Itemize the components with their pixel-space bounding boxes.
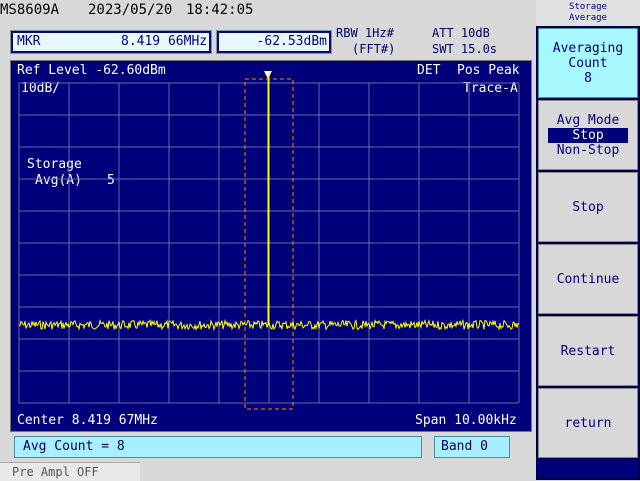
marker-frequency: 8.419 66MHz — [121, 34, 208, 49]
softkey-label: return — [564, 415, 612, 431]
return-softkey[interactable]: return — [538, 388, 638, 458]
marker-level: -62.53dBm — [256, 34, 327, 49]
averaging-count-softkey[interactable]: Averaging Count 8 — [538, 28, 638, 98]
marker-level-box: -62.53dBm — [216, 30, 332, 54]
continue-softkey[interactable]: Continue — [538, 244, 638, 314]
restart-softkey[interactable]: Restart — [538, 316, 638, 386]
softkey-panel: Storage Average Averaging Count 8 Avg Mo… — [536, 0, 640, 480]
band-indicator: Band 0 — [434, 436, 510, 458]
swt-readout: SWT 15.0s — [432, 42, 498, 56]
softkey-line: 8 — [584, 70, 592, 86]
avg-count-input[interactable]: Avg Count = 8 — [14, 436, 422, 458]
rbw-readout: RBW 1Hz# — [336, 26, 394, 40]
stop-softkey[interactable]: Stop — [538, 172, 638, 242]
panel-title: Storage Average — [536, 0, 640, 26]
softkey-line: Count — [568, 55, 608, 71]
att-readout: ATT 10dB — [432, 26, 490, 40]
time-readout: 18:42:05 — [186, 2, 254, 18]
panel-title-line2: Average — [569, 13, 607, 23]
pre-ampl-status: Pre Ampl OFF — [12, 465, 99, 479]
spectrum-display: Ref Level -62.60dBm 10dB/ DET Pos Peak T… — [10, 60, 532, 432]
date-readout: 2023/05/20 — [88, 2, 173, 18]
avg-mode-stop-option: Stop — [548, 127, 628, 143]
center-frequency: Center 8.419 67MHz — [17, 413, 158, 428]
panel-title-line1: Storage — [569, 2, 607, 12]
avg-mode-nonstop-option: Non-Stop — [556, 142, 620, 158]
marker-label: MKR — [17, 34, 41, 49]
instrument-model: MS8609A — [0, 2, 60, 18]
fft-readout: (FFT#) — [352, 42, 396, 56]
softkey-label: Restart — [560, 343, 616, 359]
span-readout: Span 10.00kHz — [415, 413, 517, 428]
panel-footer — [538, 460, 638, 478]
trace-a-line — [18, 74, 520, 332]
softkey-line: Averaging — [552, 40, 624, 56]
marker-frequency-box: MKR 8.419 66MHz — [10, 30, 212, 54]
band-text: Band 0 — [441, 439, 488, 454]
spectrum-graph — [18, 71, 520, 410]
softkey-label: Continue — [556, 271, 620, 287]
avg-mode-softkey[interactable]: Avg Mode Stop Non-Stop — [538, 100, 638, 170]
avg-mode-title: Avg Mode — [556, 112, 620, 128]
avg-count-text: Avg Count = 8 — [23, 439, 125, 454]
softkey-label: Stop — [572, 199, 604, 215]
status-bar: Pre Ampl OFF — [0, 462, 140, 481]
